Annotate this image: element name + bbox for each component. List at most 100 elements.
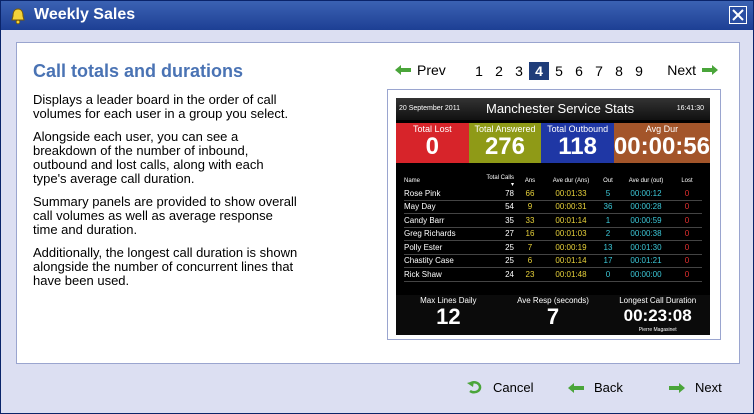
next-label: Next — [695, 380, 722, 395]
bottom-panel-value: 7 — [546, 304, 560, 329]
board-header: 20 September 2011 Manchester Service Sta… — [396, 98, 710, 120]
table-cell: 9 — [527, 202, 533, 212]
table-cell: 13 — [603, 242, 613, 252]
table-cell: 00:00:38 — [630, 229, 662, 239]
back-label: Back — [594, 380, 623, 395]
next-page-link[interactable]: Next — [667, 62, 724, 78]
bottom-panel-value: 12 — [436, 304, 461, 329]
table-cell: 00:00:12 — [630, 188, 662, 198]
table-cell: Rick Shaw — [404, 269, 442, 279]
table-cell: 0 — [684, 242, 690, 252]
prev-link[interactable]: Prev — [389, 62, 446, 78]
cancel-label: Cancel — [493, 380, 534, 395]
summary-panel: Total Outbound 118 — [541, 123, 614, 163]
bottom-panel-label: Longest Call Duration — [619, 296, 697, 305]
table-cell: 6 — [527, 256, 533, 266]
table-cell: 0 — [684, 202, 690, 212]
table-cell: 78 — [505, 188, 514, 198]
summary-panel: Avg Dur 00:00:56 — [613, 123, 710, 163]
table-cell: 0 — [684, 256, 690, 266]
close-icon — [732, 9, 744, 21]
table-row: Candy Barr 35 33 00:01:14 1 00:00:59 0 — [404, 214, 702, 228]
page-number-5[interactable]: 5 — [549, 62, 569, 80]
table-cell: 00:01:48 — [555, 269, 587, 279]
table-row: Greg Richards 27 16 00:01:03 2 00:00:38 0 — [404, 228, 702, 241]
page-number-9[interactable]: 9 — [629, 62, 649, 80]
table-cell: Greg Richards — [404, 229, 456, 239]
page-number-3[interactable]: 3 — [509, 62, 529, 80]
table-cell: 00:01:30 — [630, 242, 662, 252]
table-cell: 00:00:59 — [630, 215, 662, 225]
back-button[interactable]: Back — [568, 380, 623, 395]
cancel-button[interactable]: Cancel — [467, 380, 533, 395]
table-cell: 25 — [505, 242, 514, 252]
bottom-panel-subtext: Pierre Magasinet — [638, 327, 677, 333]
table-cell: 00:00:19 — [555, 242, 587, 252]
table-cell: 2 — [605, 229, 611, 239]
page-numbers: 123456789 — [469, 62, 649, 80]
window-title: Weekly Sales — [34, 6, 136, 23]
prev-label: Prev — [417, 62, 446, 78]
table-cell: 27 — [505, 229, 514, 239]
column-header: Total Calls ▾ — [486, 174, 514, 188]
column-header: Ave dur (Ans) — [552, 178, 590, 184]
column-header: Lost — [681, 178, 693, 184]
table-cell: 36 — [603, 202, 613, 212]
close-button[interactable] — [729, 6, 747, 24]
arrow-right-icon — [669, 382, 685, 393]
table-cell: 0 — [684, 269, 690, 279]
table-header: Name Total Calls ▾ Ans Ave dur (Ans) Out Ave … — [404, 174, 702, 188]
table-row: Rose Pink 78 66 00:01:33 5 00:00:12 0 — [404, 187, 702, 201]
board-date: 20 September 2011 — [399, 105, 460, 112]
table-cell: 54 — [505, 202, 514, 212]
page-number-2[interactable]: 2 — [489, 62, 509, 80]
undo-icon — [467, 380, 482, 394]
table-cell: 00:00:28 — [630, 202, 662, 212]
page-number-8[interactable]: 8 — [609, 62, 629, 80]
table-cell: 1 — [605, 215, 611, 225]
arrow-left-icon — [395, 65, 411, 75]
table-cell: 00:01:14 — [555, 215, 587, 225]
table-cell: Rose Pink — [404, 188, 441, 198]
preview-frame: 20 September 2011 Manchester Service Sta… — [387, 89, 721, 340]
next-button[interactable]: Next — [669, 380, 722, 395]
table-cell: Chastity Case — [404, 256, 454, 266]
page-number-4[interactable]: 4 — [529, 62, 549, 80]
table-cell: 0 — [605, 269, 611, 279]
wizard-window: Weekly Sales Call totals and durations D… — [0, 0, 754, 414]
table-row: Chastity Case 25 6 00:01:14 17 00:01:21 0 — [404, 255, 702, 268]
summary-panel-value: 276 — [484, 133, 525, 160]
table-cell: 0 — [684, 215, 690, 225]
table-row: Polly Ester 25 7 00:00:19 13 00:01:30 0 — [404, 241, 702, 255]
summary-panel-value: 118 — [558, 133, 597, 160]
bottom-panel-value: 00:23:08 — [623, 306, 692, 325]
board-time: 16:41:30 — [676, 105, 704, 112]
column-header: Ave dur (out) — [628, 178, 664, 184]
column-header: Name — [404, 178, 421, 184]
table-cell: 24 — [505, 269, 514, 279]
title-bar: Weekly Sales — [1, 1, 753, 30]
bottom-panel: Max Lines Daily 12 — [396, 295, 501, 335]
page-number-7[interactable]: 7 — [589, 62, 609, 80]
bottom-panel: Ave Resp (seconds) 7 — [501, 295, 606, 335]
page-number-6[interactable]: 6 — [569, 62, 589, 80]
description: Displays a leader board in the order of … — [33, 93, 298, 297]
table-row: May Day 54 9 00:00:31 36 00:00:28 0 — [404, 201, 702, 214]
description-paragraph: Additionally, the longest call duration … — [33, 245, 298, 288]
table-cell: 35 — [505, 215, 514, 225]
content-panel: Call totals and durations Displays a lea… — [16, 42, 740, 364]
table-cell: 66 — [525, 188, 535, 198]
table-cell: 0 — [684, 188, 690, 198]
table-row: Rick Shaw 24 23 00:01:48 0 00:00:00 0 — [404, 268, 702, 282]
description-paragraph: Summary panels are provided to show over… — [33, 194, 297, 237]
bottom-panels: Max Lines Daily 12 Ave Resp (seconds) 7 Long… — [396, 295, 710, 335]
column-header: Out — [603, 178, 613, 184]
table-cell: 5 — [605, 188, 611, 198]
board-title: Manchester Service Stats — [486, 101, 635, 116]
page-number-1[interactable]: 1 — [469, 62, 489, 80]
arrow-right-icon — [702, 65, 718, 75]
summary-panel-value: 00:00:56 — [613, 133, 710, 160]
table-cell: 0 — [684, 229, 690, 239]
summary-panels: Total Lost 0 Total Answered 276 Total Outbou… — [396, 123, 710, 163]
summary-panel: Total Lost 0 — [396, 123, 469, 163]
